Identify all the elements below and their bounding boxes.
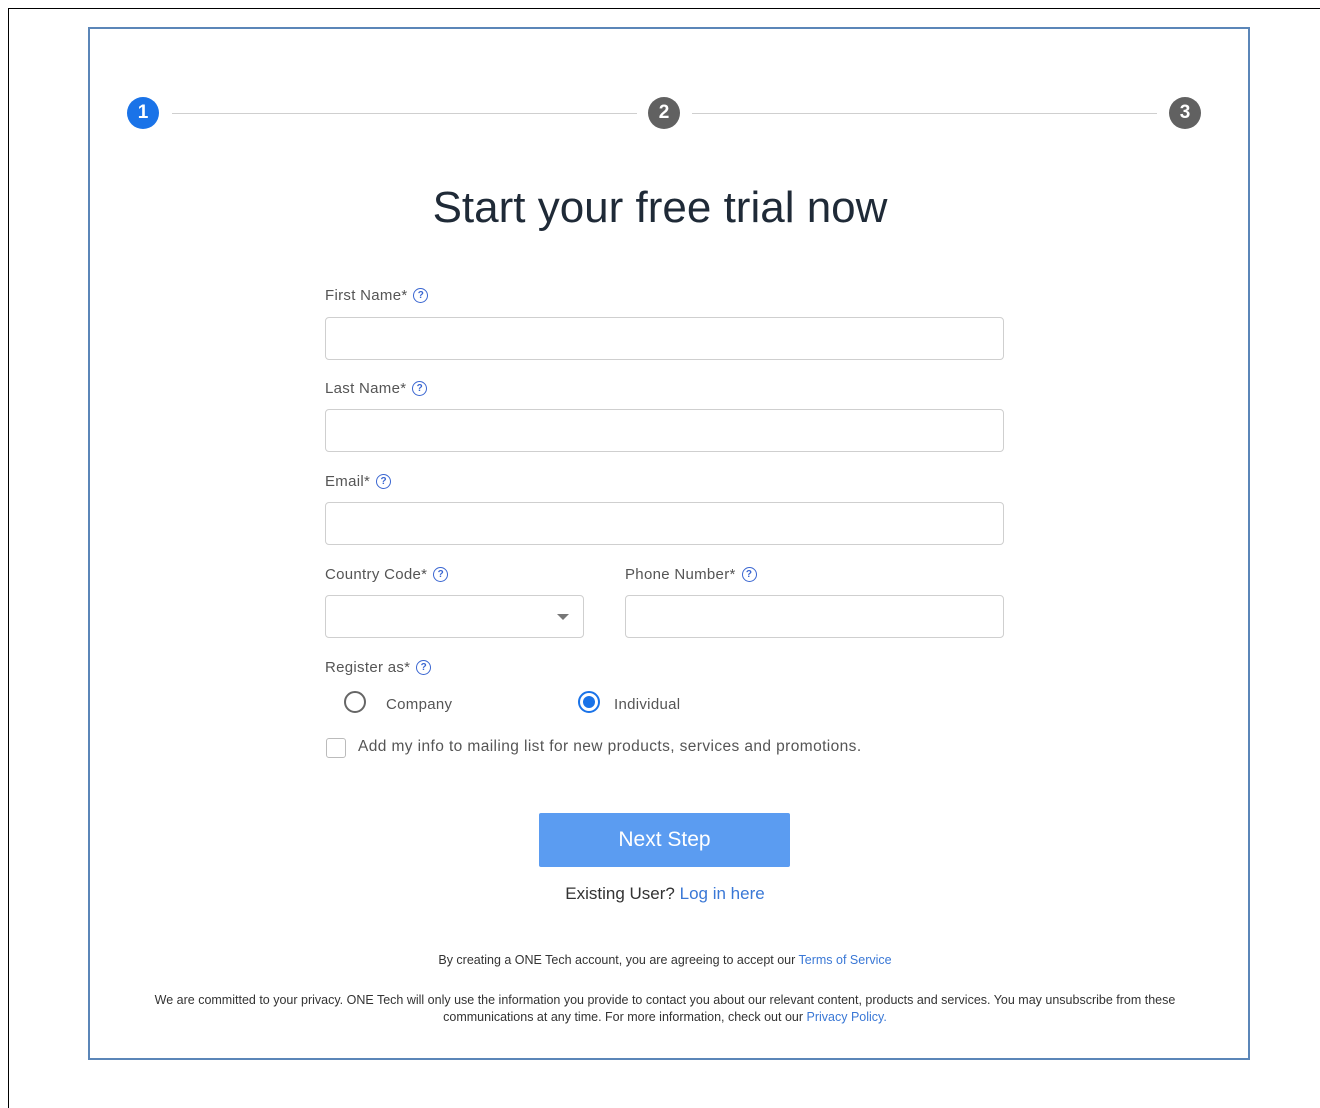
company-radio[interactable] <box>344 691 366 713</box>
individual-radio-label[interactable]: Individual <box>614 696 680 713</box>
phone-number-label: Phone Number* ? <box>625 566 757 583</box>
phone-number-input[interactable] <box>625 595 1004 638</box>
caret-down-icon <box>557 614 569 620</box>
email-label: Email* ? <box>325 473 392 490</box>
help-icon[interactable]: ? <box>376 474 392 489</box>
country-code-select[interactable] <box>325 595 584 638</box>
privacy-policy-link[interactable]: Privacy Policy. <box>807 1010 887 1024</box>
terms-notice: By creating a ONE Tech account, you are … <box>0 953 1320 967</box>
existing-user-line: Existing User? Log in here <box>0 884 1320 904</box>
terms-of-service-link[interactable]: Terms of Service <box>799 953 892 967</box>
step-connector-2 <box>692 113 1157 114</box>
step-connector-1 <box>172 113 637 114</box>
help-icon[interactable]: ? <box>741 567 757 582</box>
next-step-button[interactable]: Next Step <box>539 813 790 867</box>
help-icon[interactable]: ? <box>433 567 449 582</box>
privacy-text: We are committed to your privacy. ONE Te… <box>154 993 1176 1024</box>
step-1-indicator: 1 <box>127 97 159 129</box>
privacy-notice: We are committed to your privacy. ONE Te… <box>128 992 1202 1026</box>
country-code-label: Country Code* ? <box>325 566 449 583</box>
first-name-input[interactable] <box>325 317 1004 360</box>
first-name-label: First Name* ? <box>325 287 429 304</box>
email-input[interactable] <box>325 502 1004 545</box>
company-radio-label[interactable]: Company <box>386 696 452 713</box>
mailing-list-label[interactable]: Add my info to mailing list for new prod… <box>358 738 862 756</box>
existing-user-text: Existing User? <box>565 884 675 903</box>
last-name-input[interactable] <box>325 409 1004 452</box>
help-icon[interactable]: ? <box>412 381 428 396</box>
step-2-indicator: 2 <box>648 97 680 129</box>
register-as-label: Register as* ? <box>325 659 432 676</box>
page-title: Start your free trial now <box>432 183 888 232</box>
help-icon[interactable]: ? <box>413 288 429 303</box>
last-name-label: Last Name* ? <box>325 380 428 397</box>
login-link[interactable]: Log in here <box>680 884 765 903</box>
terms-text: By creating a ONE Tech account, you are … <box>438 953 796 967</box>
step-3-indicator: 3 <box>1169 97 1201 129</box>
individual-radio[interactable] <box>578 691 600 713</box>
mailing-list-checkbox[interactable] <box>326 738 346 758</box>
help-icon[interactable]: ? <box>416 660 432 675</box>
